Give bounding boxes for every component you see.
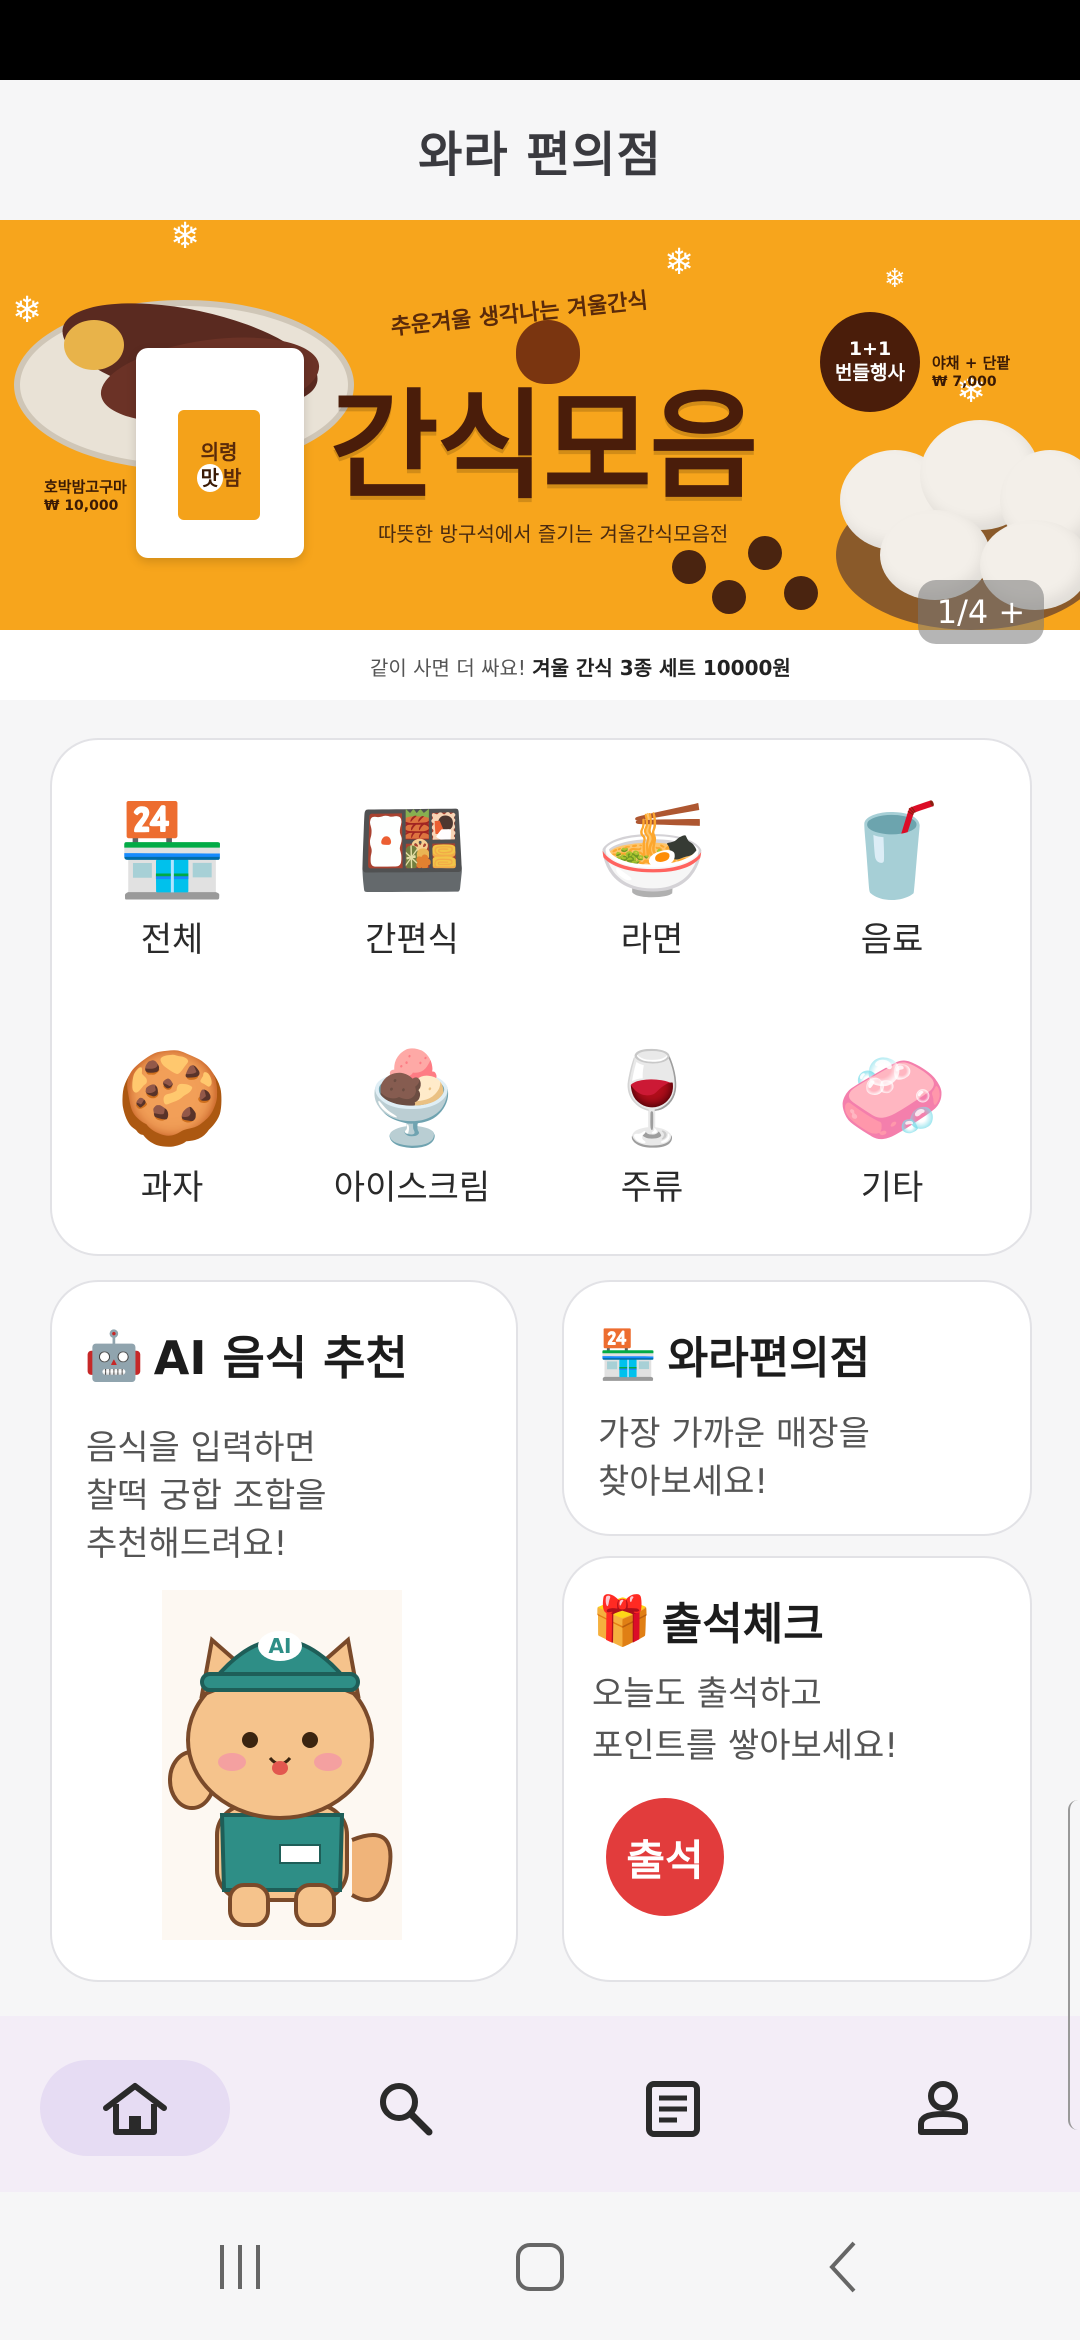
system-nav-bar [0, 2192, 1080, 2340]
mascot-cap-text: AI [269, 1634, 292, 1658]
store-card-title: 🏪 와라편의점 [598, 1322, 870, 1386]
gift-icon: 🎁 [592, 1592, 652, 1649]
chestnut-image [672, 550, 706, 584]
attendance-button[interactable]: 출석 [606, 1798, 724, 1916]
wine-glass-icon: 🍷 [595, 1046, 709, 1151]
ramen-icon: 🍜 [595, 798, 709, 903]
potato-name: 호박밤고구마 [44, 478, 127, 496]
category-item-ramen[interactable]: 🍜 라면 [552, 796, 752, 996]
category-label: 아이스크림 [333, 1168, 491, 1208]
badge-line2: 번들행사 [835, 362, 905, 384]
banner-headline: 간식모음 [330, 377, 758, 515]
category-label: 음료 [860, 920, 924, 960]
ai-card-title-text: AI 음식 추천 [153, 1331, 408, 1385]
banner-bottom-text: 같이 사면 더 싸요! 겨울 간식 3종 세트 10000원 [370, 652, 791, 681]
home-system-button[interactable] [500, 2232, 580, 2302]
pouch-label-top: 의령 [200, 440, 238, 464]
category-label: 간편식 [365, 920, 459, 960]
pouch-label-bottom-b: 밤 [223, 466, 242, 490]
bento-icon: 🍱 [355, 798, 469, 903]
chestnut-image [712, 580, 746, 614]
home-icon [103, 2083, 167, 2135]
app-header: 와라 편의점 [0, 80, 1080, 220]
banner-bottom-plain: 같이 사면 더 싸요! [370, 656, 526, 680]
recent-apps-button[interactable] [200, 2232, 280, 2302]
back-button[interactable] [804, 2232, 884, 2302]
store-card-desc: 가장 가까운 매장을 찾아보세요! [598, 1414, 870, 1502]
banner-subline: 따뜻한 방구석에서 즐기는 겨울간식모음전 [378, 522, 729, 546]
robot-icon: 🤖 [84, 1327, 144, 1384]
chestnut-image [748, 536, 782, 570]
banner-bottom-bold: 겨울 간식 3종 세트 10000원 [532, 656, 791, 680]
status-bar [0, 0, 1080, 80]
attendance-card-desc: 오늘도 출석하고 포인트를 쌓아보세요! [592, 1674, 898, 1766]
convenience-store-icon: 🏪 [598, 1326, 658, 1383]
sweet-potato-flesh [64, 320, 124, 370]
attendance-card-title-text: 출석체크 [661, 1599, 824, 1650]
bottom-nav [0, 2016, 1080, 2192]
category-item-icecream[interactable]: 🍨 아이스크림 [312, 1044, 512, 1244]
pouch-label-highlight: 맛 [196, 464, 223, 492]
nav-search[interactable] [310, 2060, 500, 2156]
attendance-card-title: 🎁 출석체크 [592, 1588, 824, 1652]
category-item-ready-meal[interactable]: 🍱 간편식 [312, 796, 512, 996]
recent-apps-icon [220, 2245, 260, 2289]
profile-icon [918, 2081, 968, 2135]
banner-page-counter[interactable]: 1/4 + [918, 580, 1044, 644]
ai-card-desc: 음식을 입력하면 찰떡 궁합 조합을 추천해드려요! [86, 1428, 327, 1564]
category-item-alcohol[interactable]: 🍷 주류 [552, 1044, 752, 1244]
badge-line1: 1+1 [848, 338, 892, 361]
nav-profile[interactable] [848, 2060, 1038, 2156]
category-item-etc[interactable]: 🧼 기타 [792, 1044, 992, 1244]
bun-price: ₩ 7,000 [932, 374, 997, 390]
category-label: 주류 [620, 1168, 684, 1208]
snowflake-icon: ❄ [12, 290, 43, 331]
ai-card-title: 🤖 AI 음식 추천 [84, 1322, 408, 1388]
page-title: 와라 편의점 [418, 127, 662, 183]
ice-cream-icon: 🍨 [355, 1046, 469, 1151]
category-item-all[interactable]: 🏪 전체 [72, 796, 272, 996]
chestnut-image [784, 576, 818, 610]
pouch-label: 의령 맛밤 [178, 410, 260, 520]
snowflake-icon: ❄ [884, 264, 906, 294]
snowflake-icon: ❄ [664, 242, 695, 283]
cookie-icon: 🍪 [115, 1046, 229, 1151]
promo-banner[interactable]: ❄ ❄ ❄ ❄ ❄ 의령 맛밤 호박밤고구마 ₩ 10,000 추운겨울 생각나… [0, 220, 1080, 700]
search-icon [380, 2083, 433, 2136]
nav-list[interactable] [578, 2060, 768, 2156]
cup-with-straw-icon: 🥤 [835, 798, 949, 903]
pouch-label-bottom: 맛밤 [196, 464, 242, 492]
app-root: 와라 편의점 ❄ ❄ ❄ ❄ ❄ 의령 맛밤 호박밤고구마 ₩ 10,000 추… [0, 0, 1080, 2340]
category-label: 기타 [860, 1168, 924, 1208]
snowflake-icon: ❄ [170, 220, 201, 257]
bun-name: 야채 + 단팥 [932, 354, 1011, 372]
category-card: 🏪 전체 🍱 간편식 🍜 라면 🥤 음료 🍪 과자 🍨 아이스크림 🍷 주류 🧼… [50, 738, 1032, 1256]
category-item-drinks[interactable]: 🥤 음료 [792, 796, 992, 996]
category-label: 과자 [140, 1168, 204, 1208]
nav-home[interactable] [40, 2060, 230, 2156]
category-label: 전체 [140, 920, 204, 960]
convenience-store-icon: 🏪 [115, 798, 229, 903]
bundle-badge: 1+1 번들행사 [820, 312, 920, 412]
category-label: 라면 [620, 920, 684, 960]
list-icon [646, 2081, 700, 2137]
back-icon [829, 2241, 856, 2293]
soap-icon: 🧼 [835, 1046, 949, 1151]
potato-price: ₩ 10,000 [44, 498, 119, 514]
category-item-snacks[interactable]: 🍪 과자 [72, 1044, 272, 1244]
edge-panel-handle[interactable] [1068, 1800, 1080, 2130]
cat-mascot-image: AI [162, 1590, 402, 1940]
banner-tagline: 추운겨울 생각나는 겨울간식 [389, 288, 650, 341]
store-card-title-text: 와라편의점 [667, 1333, 871, 1384]
home-square-icon [516, 2243, 564, 2291]
